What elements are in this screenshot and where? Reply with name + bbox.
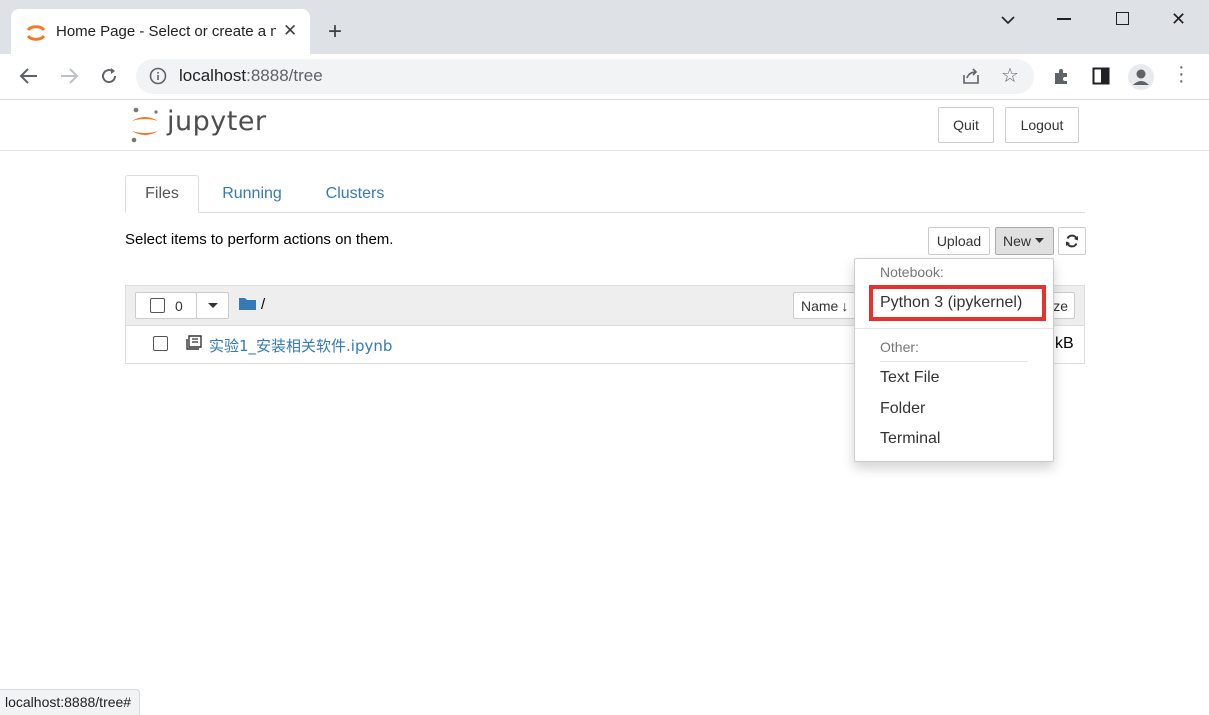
- select-all-control[interactable]: 0: [135, 292, 197, 319]
- forward-arrow-icon[interactable]: [59, 67, 79, 85]
- tab-search-chevron-icon[interactable]: [1000, 14, 1016, 26]
- file-name-link[interactable]: 实验1_安装相关软件.ipynb: [209, 335, 392, 356]
- status-bar-url: localhost:8888/tree#: [0, 689, 141, 715]
- file-size: kB: [1055, 335, 1074, 352]
- menu-divider: [855, 328, 1053, 329]
- url-text[interactable]: localhost:8888/tree: [179, 66, 323, 86]
- close-window-icon[interactable]: ✕: [1171, 9, 1186, 30]
- new-button-label: New: [1003, 233, 1032, 249]
- menu-item-folder[interactable]: Folder: [880, 400, 925, 418]
- back-arrow-icon[interactable]: [19, 67, 39, 85]
- logout-button[interactable]: Logout: [1005, 107, 1079, 143]
- menu-item-terminal[interactable]: Terminal: [880, 430, 940, 448]
- menu-item-text-file[interactable]: Text File: [880, 369, 940, 387]
- tab-clusters[interactable]: Clusters: [311, 175, 399, 213]
- caret-down-icon: [1035, 238, 1045, 243]
- side-panel-icon[interactable]: [1092, 67, 1110, 85]
- new-dropdown-button[interactable]: New: [995, 227, 1054, 255]
- refresh-button[interactable]: [1058, 227, 1086, 255]
- refresh-icon: [1066, 234, 1078, 248]
- file-row-checkbox[interactable]: [153, 336, 168, 351]
- profile-avatar-icon[interactable]: [1127, 63, 1155, 91]
- folder-icon[interactable]: [239, 297, 256, 310]
- browser-tab-title: Home Page - Select or create a notebook: [56, 23, 276, 40]
- notebook-file-icon: [186, 335, 202, 350]
- sort-name-label: Name: [801, 297, 839, 314]
- share-icon[interactable]: [961, 67, 981, 85]
- selected-count: 0: [175, 297, 183, 314]
- menu-divider: [880, 361, 1028, 362]
- selection-menu-button[interactable]: [196, 292, 229, 319]
- jupyter-logo-text[interactable]: jupyter: [167, 106, 267, 137]
- menu-header-notebook: Notebook:: [880, 264, 944, 280]
- minimize-icon[interactable]: [1057, 18, 1071, 20]
- sort-down-arrow-icon: ↓: [841, 297, 849, 314]
- bookmark-star-icon[interactable]: ☆: [1001, 63, 1019, 88]
- new-tab-icon[interactable]: +: [328, 18, 342, 46]
- extensions-puzzle-icon[interactable]: [1052, 67, 1070, 85]
- quit-button[interactable]: Quit: [938, 107, 994, 143]
- jupyter-logo-icon[interactable]: [128, 106, 162, 144]
- tab-files[interactable]: Files: [125, 175, 199, 213]
- menu-header-other: Other:: [880, 339, 919, 355]
- tab-close-icon[interactable]: ✕: [283, 21, 297, 41]
- breadcrumb-root[interactable]: /: [261, 296, 265, 313]
- site-info-icon[interactable]: [149, 67, 167, 85]
- jupyter-favicon-icon: [26, 25, 46, 41]
- reload-icon[interactable]: [99, 66, 119, 86]
- maximize-icon[interactable]: [1116, 12, 1129, 25]
- caret-down-icon: [207, 302, 218, 308]
- menu-item-python3[interactable]: Python 3 (ipykernel): [880, 294, 1022, 312]
- tab-running[interactable]: Running: [209, 175, 295, 213]
- browser-menu-icon[interactable]: · · ·: [1178, 57, 1185, 91]
- select-all-checkbox[interactable]: [150, 298, 165, 313]
- sort-name-button[interactable]: Name ↓: [793, 292, 861, 319]
- selection-hint: Select items to perform actions on them.: [125, 231, 394, 248]
- upload-button[interactable]: Upload: [928, 227, 990, 255]
